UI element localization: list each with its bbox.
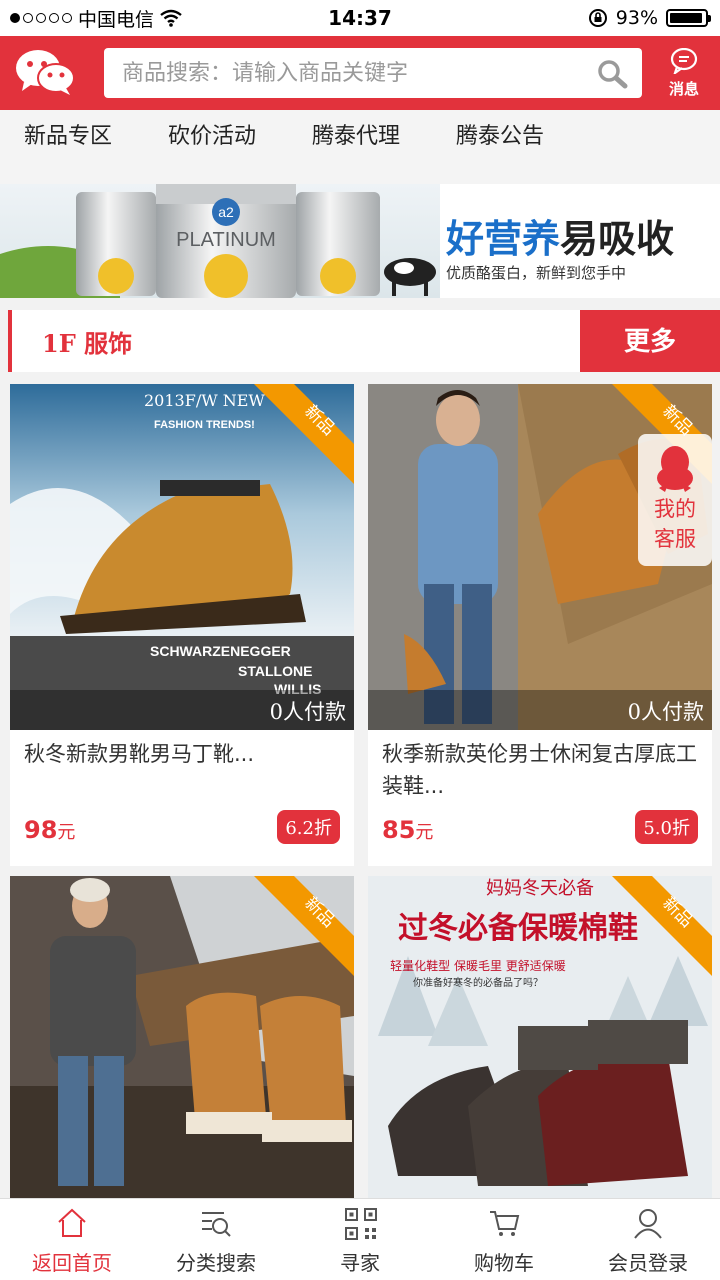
tab-category-search-label: 分类搜索 bbox=[176, 1251, 256, 1275]
product-card[interactable]: 2013F/W NEW FASHION TRENDS! SCHWARZENEGG… bbox=[10, 384, 354, 866]
tab-member-login-label: 会员登录 bbox=[608, 1251, 688, 1275]
poster-text-2: FASHION TRENDS! bbox=[154, 419, 255, 431]
carrier-label: 中国电信 bbox=[78, 8, 155, 31]
orientation-lock-icon bbox=[588, 9, 607, 27]
nav-item-bargain[interactable]: 砍价活动 bbox=[168, 118, 256, 150]
qq-penguin-icon bbox=[657, 446, 693, 492]
status-right: 93% bbox=[588, 0, 711, 36]
tab-find-label: 寻家 bbox=[340, 1251, 380, 1275]
product-image: 妈妈冬天必备 过冬必备保暖棉鞋 轻量化鞋型 保暖毛里 更舒适保暖 你准备好寒冬的… bbox=[368, 876, 712, 1198]
banner-headline-b: 易吸收 bbox=[560, 217, 675, 261]
tab-find[interactable]: 寻家 bbox=[288, 1199, 432, 1280]
home-icon bbox=[58, 1208, 86, 1237]
cart-icon bbox=[490, 1211, 520, 1236]
banner-headline-a: 好营养 bbox=[446, 217, 561, 261]
status-bar: 中国电信 14:37 93% bbox=[0, 0, 720, 36]
tab-cart[interactable]: 购物车 bbox=[432, 1199, 576, 1280]
poster-text-4: STALLONE bbox=[238, 663, 312, 679]
customer-service-label: 我的 客服 bbox=[654, 497, 696, 551]
nav-item-agent[interactable]: 腾泰代理 bbox=[312, 118, 400, 150]
tab-cart-label: 购物车 bbox=[474, 1251, 534, 1275]
promo-banner[interactable]: a2 PLATINUM 好营养易吸收 优质酪蛋白，新鲜到您手中 bbox=[0, 184, 720, 298]
category-search-icon bbox=[202, 1212, 231, 1237]
product-card[interactable]: 新品 bbox=[10, 876, 354, 1198]
search-box[interactable] bbox=[104, 48, 642, 98]
poster-text-2: 过冬必备保暖棉鞋 bbox=[398, 911, 638, 946]
nav-item-new[interactable]: 新品专区 bbox=[24, 118, 112, 150]
price-unit: 元 bbox=[415, 822, 434, 843]
price-value: 98 bbox=[24, 816, 58, 844]
tab-category-search[interactable]: 分类搜索 bbox=[144, 1199, 288, 1280]
price-unit: 元 bbox=[57, 822, 76, 843]
new-badge-ribbon: 新品 bbox=[254, 384, 354, 484]
app-page: 中国电信 14:37 93% 商品搜索：请输入商品关键字 消息 新品专区 砍价活… bbox=[0, 0, 720, 1280]
poster-text-3: 轻量化鞋型 保暖毛里 更舒适保暖 bbox=[390, 958, 566, 973]
qr-code-icon bbox=[345, 1208, 377, 1240]
messages-label: 消息 bbox=[668, 80, 699, 98]
battery-icon bbox=[666, 9, 711, 27]
banner-image: a2 PLATINUM bbox=[0, 184, 440, 298]
wifi-icon bbox=[160, 9, 182, 27]
discount-badge: 6.2折 bbox=[277, 810, 340, 844]
product-image: 2013F/W NEW FASHION TRENDS! SCHWARZENEGG… bbox=[10, 384, 354, 730]
product-title: 秋冬新款男靴男马丁靴... bbox=[24, 742, 255, 766]
new-badge-ribbon: 新品 bbox=[612, 876, 712, 976]
battery-percent: 93% bbox=[615, 7, 658, 29]
product-price: 98元 bbox=[24, 816, 75, 844]
can-platinum-label: PLATINUM bbox=[176, 229, 276, 251]
tab-home[interactable]: 返回首页 bbox=[0, 1199, 144, 1280]
poster-text-1: 妈妈冬天必备 bbox=[486, 878, 594, 899]
search-icon[interactable] bbox=[596, 58, 628, 90]
search-input[interactable] bbox=[122, 60, 582, 86]
nav-item-notice[interactable]: 腾泰公告 bbox=[456, 118, 544, 150]
price-value: 85 bbox=[382, 816, 416, 844]
paid-count: 0人付款 bbox=[627, 700, 704, 724]
floor-header: 1F 服饰 更多 bbox=[8, 310, 720, 372]
can-brand-label: a2 bbox=[218, 204, 234, 220]
product-card[interactable]: 妈妈冬天必备 过冬必备保暖棉鞋 轻量化鞋型 保暖毛里 更舒适保暖 你准备好寒冬的… bbox=[368, 876, 712, 1198]
messages-button[interactable]: 消息 bbox=[658, 47, 710, 99]
app-header: 消息 bbox=[0, 36, 720, 110]
user-icon bbox=[634, 1209, 662, 1239]
signal-strength-icon bbox=[10, 13, 72, 23]
customer-service-button[interactable]: 我的 客服 bbox=[638, 434, 712, 566]
product-price: 85元 bbox=[382, 816, 433, 844]
more-button[interactable]: 更多 bbox=[580, 310, 720, 372]
bottom-tab-bar: 返回首页 分类搜索 寻家 购物车 会员登录 bbox=[0, 1198, 720, 1280]
category-nav: 新品专区 砍价活动 腾泰代理 腾泰公告 bbox=[0, 110, 720, 184]
poster-text-1: 2013F/W NEW bbox=[144, 391, 265, 410]
product-image: 新品 bbox=[10, 876, 354, 1198]
status-left: 中国电信 bbox=[10, 0, 182, 36]
poster-text-3: SCHWARZENEGGER bbox=[150, 643, 291, 659]
tab-home-label: 返回首页 bbox=[32, 1251, 112, 1275]
banner-subline: 优质酪蛋白，新鲜到您手中 bbox=[446, 264, 627, 282]
tab-member-login[interactable]: 会员登录 bbox=[576, 1199, 720, 1280]
floor-title: 1F 服饰 bbox=[42, 329, 133, 358]
wechat-logo-icon[interactable] bbox=[14, 46, 76, 98]
new-badge-ribbon: 新品 bbox=[254, 876, 354, 976]
banner-headline: 好营养易吸收 bbox=[446, 208, 674, 263]
paid-count: 0人付款 bbox=[269, 700, 346, 724]
product-title: 秋季新款英伦男士休闲复古厚底工装鞋... bbox=[382, 742, 697, 798]
message-bubble-icon bbox=[670, 47, 698, 76]
discount-badge: 5.0折 bbox=[635, 810, 698, 844]
poster-text-4: 你准备好寒冬的必备品了吗？ bbox=[413, 976, 543, 989]
